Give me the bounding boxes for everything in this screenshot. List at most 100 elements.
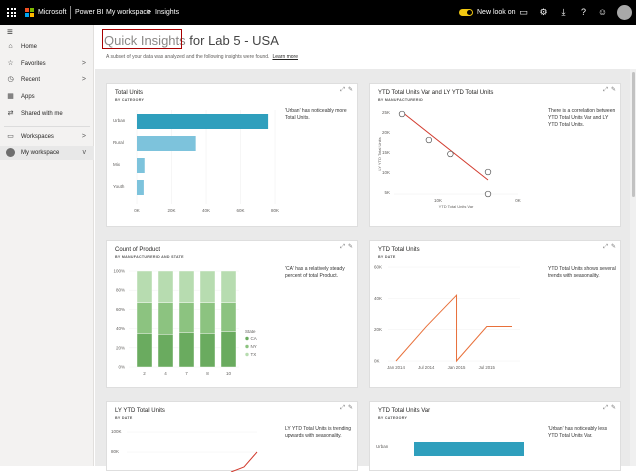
x-tick-label: 4 bbox=[164, 371, 167, 376]
x-axis-label: YTD Total Units Var bbox=[439, 204, 474, 209]
bar bbox=[137, 136, 196, 151]
sidebar-item-label: Apps bbox=[21, 94, 35, 100]
stacked-bar-chart: 100% 80% 60% 40% 20% 0% 2 4 7 8 10 State CA NY TX bbox=[113, 269, 257, 377]
home-icon: ⌂ bbox=[8, 43, 13, 50]
y-tick-label: 60% bbox=[116, 307, 125, 312]
bar bbox=[414, 442, 524, 456]
scatter-point bbox=[484, 168, 492, 176]
apps-icon: ▦ bbox=[7, 93, 14, 100]
share-icon: ⇄ bbox=[7, 110, 14, 117]
stacked-bar-segment bbox=[157, 302, 174, 335]
x-tick-label: 40K bbox=[202, 208, 210, 213]
x-tick-label: 0K bbox=[134, 208, 140, 213]
stacked-bar-segment bbox=[136, 333, 153, 368]
breadcrumb-insights: Insights bbox=[155, 9, 180, 16]
stacked-bar-segment bbox=[136, 302, 153, 334]
y-tick-label: 0% bbox=[118, 365, 125, 370]
y-tick-label: 10K bbox=[382, 170, 390, 175]
main-content: Quick Insights for Lab 5 - USA A subset … bbox=[95, 25, 636, 472]
insight-description: YTD Total Units shows several trends wit… bbox=[548, 266, 616, 279]
x-tick-label: 7 bbox=[185, 371, 188, 376]
sidebar-item-shared-with-me[interactable]: ⇄ Shared with me bbox=[0, 107, 94, 121]
chevron-right-icon[interactable]: > bbox=[82, 60, 86, 67]
sidebar-item-my-workspace[interactable]: My workspace v bbox=[0, 146, 94, 160]
insight-description: LY YTD Total Units is trending upwards w… bbox=[285, 426, 352, 439]
learn-more-link[interactable]: Learn more bbox=[272, 54, 298, 60]
category-label: Urban bbox=[376, 444, 389, 449]
chevron-right-icon[interactable]: > bbox=[82, 133, 86, 140]
y-tick-label: 20% bbox=[116, 345, 125, 350]
insight-card[interactable]: Count of Product BY MANUFACTURERID AND S… bbox=[106, 240, 358, 388]
y-tick-label: 100% bbox=[113, 269, 125, 274]
microsoft-logo-icon bbox=[25, 8, 34, 17]
y-tick-label: 60K bbox=[374, 265, 382, 270]
y-tick-label: 40% bbox=[116, 326, 125, 331]
sidebar-item-label: Home bbox=[21, 44, 38, 50]
stacked-bar-segment bbox=[178, 270, 195, 303]
hamburger-menu-icon[interactable]: ≡ bbox=[7, 28, 13, 38]
y-axis-label: LY YTD Total Units bbox=[377, 137, 382, 170]
y-tick-label: 40K bbox=[374, 296, 382, 301]
top-bar: Microsoft Power BI My workspace > Insigh… bbox=[0, 0, 636, 25]
avatar[interactable] bbox=[617, 5, 632, 20]
sidebar: ≡ ⌂ Home ☆ Favorites > ◷ Recent > ▦ Apps ⇄ Shar… bbox=[0, 25, 94, 466]
line-series bbox=[395, 293, 512, 363]
title-rest: for Lab 5 - USA bbox=[189, 33, 279, 48]
y-tick-label: 20K bbox=[374, 327, 382, 332]
x-tick-label: Jan 2015 bbox=[448, 365, 466, 370]
subtitle-text: A subset of your data was analyzed and t… bbox=[106, 54, 270, 60]
stacked-bar-segment bbox=[220, 331, 237, 368]
legend-swatch bbox=[245, 336, 249, 341]
chevron-down-icon[interactable]: v bbox=[83, 149, 87, 156]
help-icon[interactable]: ? bbox=[578, 7, 589, 18]
insight-description: 'CA' has a relatively steady percent of … bbox=[285, 266, 345, 279]
breadcrumb-my-workspace[interactable]: My workspace bbox=[106, 8, 151, 17]
microsoft-label: Microsoft bbox=[38, 9, 67, 16]
stacked-bar-segment bbox=[199, 333, 216, 368]
power-bi-label[interactable]: Power BI bbox=[75, 8, 103, 17]
insight-card[interactable]: LY YTD Total Units BY DATE ⤢ ✎ 100K 80K L… bbox=[106, 401, 358, 472]
scatter-point bbox=[425, 136, 433, 144]
bar-chart: 0K 20K 40K 60K 80K Urban Rural Mix Youth bbox=[113, 110, 279, 213]
line-chart: 60K 40K 20K 0K Jan 2014 Jul 2014 Jan 2015 Jul 2… bbox=[374, 265, 520, 370]
insight-description: 'Urban' has noticeably more Total Units. bbox=[285, 108, 347, 121]
x-tick-label: Jul 2015 bbox=[479, 365, 496, 370]
comment-icon[interactable]: ▭ bbox=[518, 7, 529, 18]
smiley-icon[interactable]: ☺ bbox=[597, 7, 608, 18]
y-tick-label: 100K bbox=[111, 429, 122, 434]
x-tick-label: 8 bbox=[206, 371, 209, 376]
new-look-toggle[interactable] bbox=[459, 9, 473, 16]
legend-label: TX bbox=[251, 352, 257, 357]
sidebar-item-label: Recent bbox=[21, 77, 41, 83]
topbar-divider bbox=[70, 6, 71, 19]
scrollbar-thumb[interactable] bbox=[632, 72, 635, 197]
download-icon[interactable]: ⤓ bbox=[558, 7, 569, 18]
workspace-avatar-icon bbox=[6, 148, 15, 157]
legend-title: State bbox=[245, 329, 256, 334]
bar bbox=[137, 180, 144, 195]
stacked-bar-segment bbox=[220, 270, 237, 303]
insight-card[interactable]: YTD Total Units Var and LY YTD Total Uni… bbox=[369, 83, 621, 227]
legend-swatch bbox=[245, 344, 249, 349]
chevron-right-icon[interactable]: > bbox=[82, 76, 86, 83]
settings-icon[interactable]: ⚙ bbox=[538, 7, 549, 18]
insight-card[interactable]: YTD Total Units BY DATE ⤢ ✎ 60K 40K 20K 0K J… bbox=[369, 240, 621, 388]
sidebar-item-favorites[interactable]: ☆ Favorites > bbox=[0, 57, 94, 71]
sidebar-item-recent[interactable]: ◷ Recent > bbox=[0, 73, 94, 87]
sidebar-item-workspaces[interactable]: ▭ Workspaces > bbox=[0, 130, 94, 144]
stacked-bar-segment bbox=[199, 270, 216, 303]
scatter-point bbox=[447, 150, 454, 158]
sidebar-item-label: Favorites bbox=[21, 61, 46, 67]
y-tick-label: 15K bbox=[382, 150, 390, 155]
y-tick-label: 20K bbox=[382, 130, 390, 135]
page-subtitle: A subset of your data was analyzed and t… bbox=[106, 54, 298, 60]
sidebar-item-home[interactable]: ⌂ Home bbox=[0, 40, 94, 54]
app-launcher-icon[interactable] bbox=[7, 8, 16, 17]
scatter-point bbox=[398, 110, 406, 118]
x-tick-label: 2 bbox=[143, 371, 146, 376]
category-label: Youth bbox=[113, 184, 125, 189]
insight-card[interactable]: Total Units BY CATEGORY ⤢ ✎ 0K 20K 40K 60K 8… bbox=[106, 83, 358, 227]
sidebar-item-apps[interactable]: ▦ Apps bbox=[0, 90, 94, 104]
insight-card[interactable]: YTD Total Units Var BY CATEGORY ⤢ ✎ Urba… bbox=[369, 401, 621, 471]
legend-label: CA bbox=[251, 336, 257, 341]
